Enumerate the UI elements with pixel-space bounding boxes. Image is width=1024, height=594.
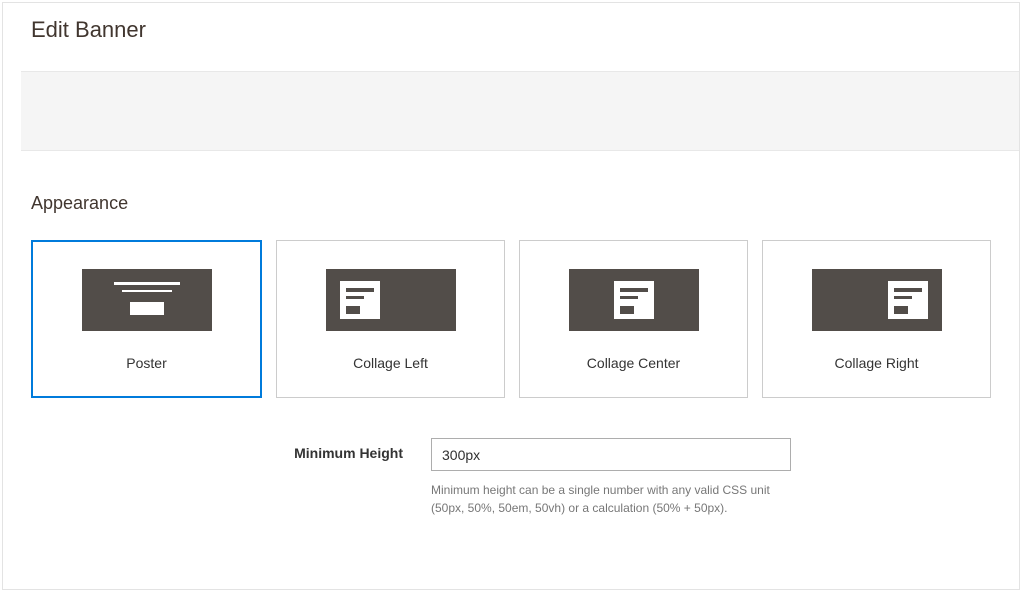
poster-thumbnail-icon xyxy=(82,269,212,331)
appearance-option-collage-left[interactable]: Collage Left xyxy=(276,240,505,398)
min-height-label: Minimum Height xyxy=(31,438,431,461)
appearance-option-poster[interactable]: Poster xyxy=(31,240,262,398)
option-label: Collage Left xyxy=(353,355,428,371)
option-label: Collage Right xyxy=(834,355,918,371)
min-height-row: Minimum Height Minimum height can be a s… xyxy=(31,438,991,517)
appearance-option-collage-right[interactable]: Collage Right xyxy=(762,240,991,398)
appearance-options: Poster Collage Left xyxy=(31,240,991,398)
min-height-help: Minimum height can be a single number wi… xyxy=(431,481,791,517)
appearance-title: Appearance xyxy=(31,193,991,214)
min-height-input[interactable] xyxy=(431,438,791,471)
appearance-option-collage-center[interactable]: Collage Center xyxy=(519,240,748,398)
edit-banner-panel: Edit Banner Appearance Poster xyxy=(2,2,1020,590)
collage-left-thumbnail-icon xyxy=(326,269,456,331)
appearance-section: Appearance Poster Collage xyxy=(3,151,1019,517)
option-label: Collage Center xyxy=(587,355,680,371)
min-height-control: Minimum height can be a single number wi… xyxy=(431,438,791,517)
header-bar xyxy=(21,71,1019,151)
page-title: Edit Banner xyxy=(3,3,1019,43)
option-label: Poster xyxy=(126,355,166,371)
collage-right-thumbnail-icon xyxy=(812,269,942,331)
collage-center-thumbnail-icon xyxy=(569,269,699,331)
